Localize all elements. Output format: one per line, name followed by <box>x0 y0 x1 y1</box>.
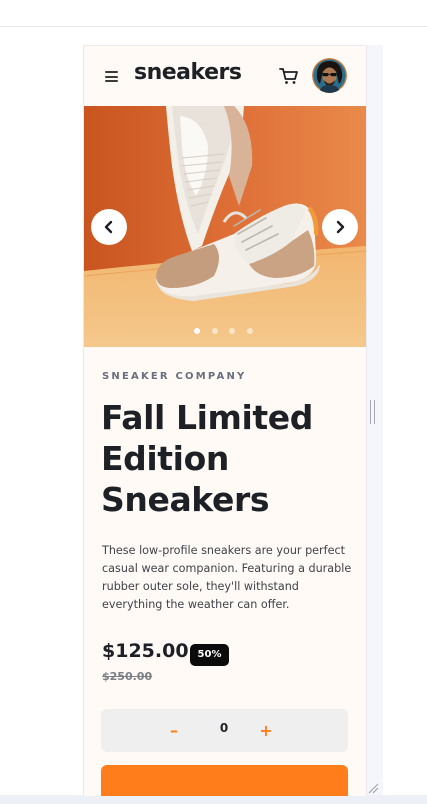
site-header: sneakers <box>84 46 366 106</box>
product-title-line-2: Edition <box>101 439 229 478</box>
gallery-dot-3[interactable] <box>229 328 235 334</box>
cart-icon[interactable] <box>279 67 299 85</box>
add-to-cart-button[interactable] <box>101 765 348 796</box>
quantity-increase-button[interactable]: + <box>253 719 279 743</box>
quantity-stepper: – 0 + <box>101 709 348 752</box>
product-title-line-1: Fall Limited <box>101 398 314 437</box>
product-title-line-3: Sneakers <box>101 480 270 519</box>
menu-icon[interactable] <box>105 71 118 82</box>
discount-badge: 50% <box>190 644 229 666</box>
product-title: Fall Limited Edition Sneakers <box>101 397 351 520</box>
resize-handle-right[interactable] <box>370 400 376 424</box>
gallery-dot-1[interactable] <box>194 328 200 334</box>
product-description: These low-profile sneakers are your perf… <box>102 544 352 611</box>
quantity-value: 0 <box>219 721 229 735</box>
gallery-dot-2[interactable] <box>212 328 218 334</box>
browser-top-divider <box>0 26 427 27</box>
original-price: $250.00 <box>102 670 153 683</box>
resize-handle-corner[interactable] <box>367 782 379 794</box>
gallery-next-button[interactable] <box>322 209 358 245</box>
product-gallery[interactable] <box>84 106 366 347</box>
gallery-prev-button[interactable] <box>91 209 127 245</box>
mobile-viewport: sneakers SNEAKER COMPANY Fall Limited Ed… <box>83 45 367 796</box>
quantity-decrease-button[interactable]: – <box>161 719 187 743</box>
current-price: $125.00 <box>102 640 189 662</box>
gallery-dot-4[interactable] <box>247 328 253 334</box>
browser-bottom-bar <box>0 795 427 804</box>
company-name: SNEAKER COMPANY <box>102 371 247 382</box>
avatar[interactable] <box>312 58 347 93</box>
chevron-left-icon <box>104 220 113 234</box>
logo[interactable]: sneakers <box>134 60 242 85</box>
chevron-right-icon <box>336 220 345 234</box>
